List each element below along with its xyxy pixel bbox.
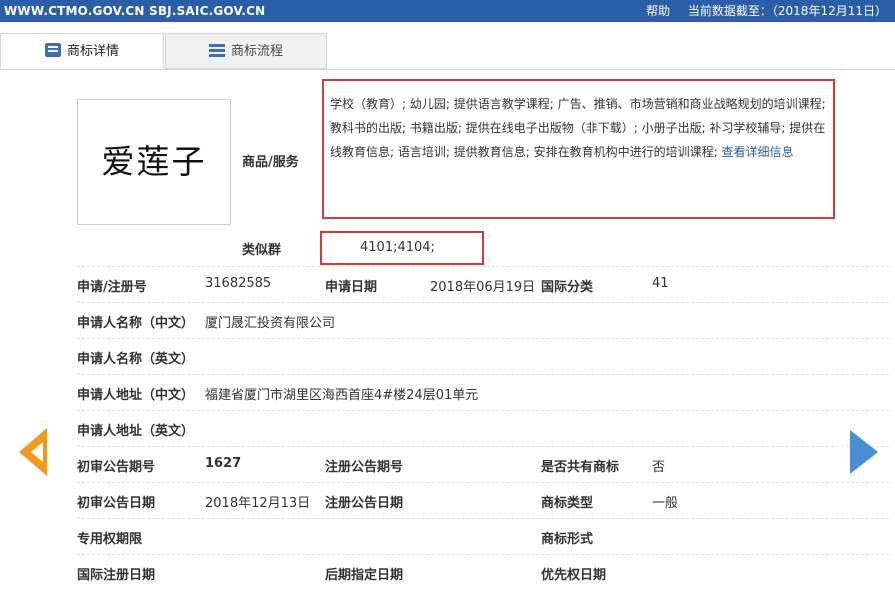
later-date-label: 后期指定日期 [325, 568, 404, 583]
shared-label: 是否共有商标 [541, 460, 620, 475]
prelim-date-value: 2018年12月13日 [205, 496, 311, 511]
divider [77, 554, 889, 555]
similar-group-label: 类似群 [242, 243, 282, 258]
similar-group-value: 4101;4104; [360, 240, 435, 255]
divider [77, 482, 889, 483]
data-as-of: 当前数据截至：（2018年12月11日） [687, 4, 887, 18]
goods-label: 商品/服务 [242, 155, 299, 170]
view-details-link[interactable]: 查看详细信息 [721, 145, 793, 159]
address-cn-label: 申请人地址（中文） [77, 388, 195, 403]
address-cn-value: 福建省厦门市湖里区海西首座4#楼24层01单元 [205, 388, 479, 403]
tab-label: 商标详情 [66, 44, 119, 59]
prelim-issue-label: 初审公告期号 [77, 460, 156, 475]
reg-no-value: 31682585 [205, 276, 272, 291]
form-label: 商标形式 [541, 532, 594, 547]
trademark-image: 爱莲子 [77, 99, 231, 225]
applicant-cn-value: 厦门晟汇投资有限公司 [205, 316, 336, 331]
prelim-date-label: 初审公告日期 [77, 496, 156, 511]
apply-date-value: 2018年06月19日 [430, 280, 536, 295]
type-value: 一般 [652, 496, 679, 511]
tab-trademark-process[interactable]: 商标流程 [165, 33, 327, 69]
help-link[interactable]: 帮助 [646, 4, 670, 18]
reg-issue-label: 注册公告期号 [325, 460, 404, 475]
divider [77, 266, 889, 267]
list-icon [208, 43, 225, 57]
document-icon [44, 43, 61, 57]
address-en-label: 申请人地址（英文） [77, 424, 195, 439]
site-url: WWW.CTMO.GOV.CN SBJ.SAIC.GOV.CN [4, 4, 266, 18]
previous-arrow-icon[interactable] [19, 428, 47, 476]
tab-label: 商标流程 [230, 44, 283, 59]
intl-class-value: 41 [652, 276, 669, 291]
apply-date-label: 申请日期 [325, 280, 378, 295]
tab-bar: 商标详情 商标流程 [0, 33, 895, 70]
top-bar: WWW.CTMO.GOV.CN SBJ.SAIC.GOV.CN 帮助 当前数据截… [0, 0, 895, 22]
priority-date-label: 优先权日期 [541, 568, 607, 583]
intl-reg-date-label: 国际注册日期 [77, 568, 156, 583]
shared-value: 否 [652, 460, 666, 475]
applicant-cn-label: 申请人名称（中文） [77, 316, 195, 331]
reg-no-label: 申请/注册号 [77, 280, 147, 295]
tab-trademark-detail[interactable]: 商标详情 [0, 33, 164, 69]
goods-services: 学校（教育）; 幼儿园; 提供语言教学课程; 广告、推销、市场营销和商业战略规划… [330, 92, 830, 164]
divider [77, 410, 889, 411]
divider [77, 302, 889, 303]
reg-date-label: 注册公告日期 [325, 496, 404, 511]
divider [77, 518, 889, 519]
intl-class-label: 国际分类 [541, 280, 594, 295]
divider [77, 446, 889, 447]
term-label: 专用权期限 [77, 532, 143, 547]
type-label: 商标类型 [541, 496, 594, 511]
divider [77, 338, 889, 339]
divider [77, 374, 889, 375]
applicant-en-label: 申请人名称（英文） [77, 352, 195, 367]
prelim-issue-value: 1627 [205, 456, 242, 471]
next-arrow-icon[interactable] [838, 430, 878, 474]
